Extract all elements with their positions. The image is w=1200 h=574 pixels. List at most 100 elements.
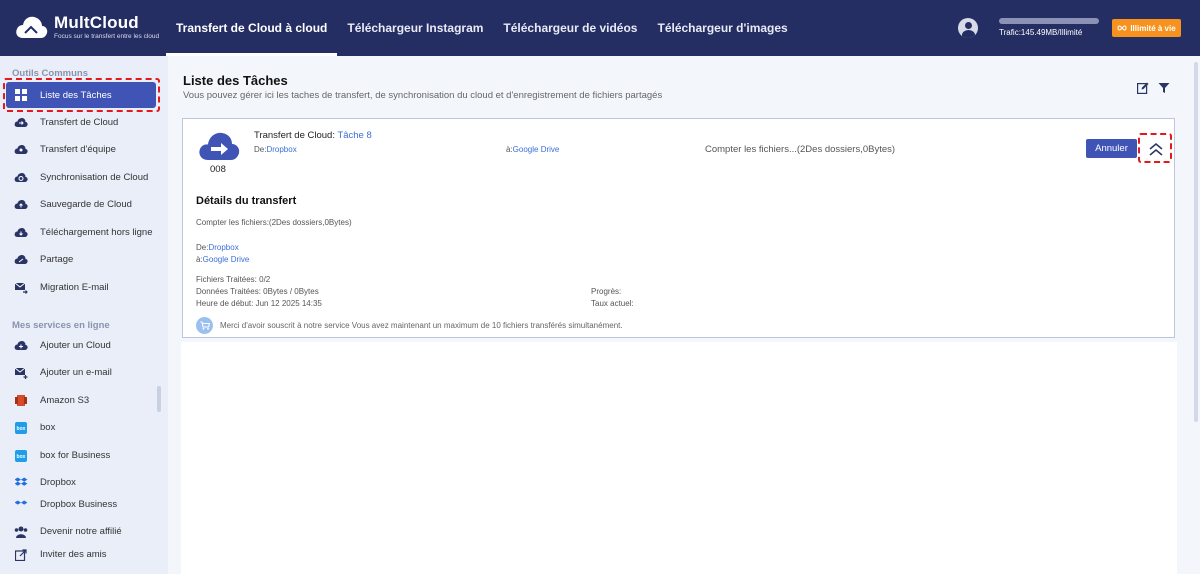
- sidebar-item-box[interactable]: box box: [0, 414, 162, 441]
- task-title: Transfert de Cloud: Tâche 8: [254, 130, 372, 141]
- infinity-icon: [1117, 25, 1127, 31]
- task-number: 008: [210, 164, 226, 175]
- affiliate-icon: [14, 525, 28, 539]
- details-progress: Progrès:: [591, 287, 622, 296]
- task-destination-prefix: à:: [506, 145, 513, 154]
- sidebar-item-box-business[interactable]: box box for Business: [0, 442, 162, 469]
- multcloud-logo-icon: [14, 14, 48, 40]
- sidebar-item-add-email[interactable]: Ajouter un e-mail: [0, 359, 162, 386]
- traffic-meter: Trafic:145.49MB/Illimité: [999, 18, 1099, 37]
- sidebar-item-offline-download[interactable]: Téléchargement hors ligne: [0, 219, 162, 246]
- sidebar-item-cloud-sync[interactable]: Synchronisation de Cloud: [0, 164, 162, 191]
- sidebar-item-label: Devenir notre affilié: [40, 526, 122, 537]
- cancel-button[interactable]: Annuler: [1086, 139, 1137, 158]
- services-title: Mes services en ligne: [12, 320, 110, 331]
- sidebar-item-amazon-s3[interactable]: Amazon S3: [0, 387, 162, 414]
- traffic-bar: [999, 18, 1099, 24]
- add-cloud-icon: [14, 339, 28, 353]
- filter-icon[interactable]: [1158, 82, 1170, 97]
- email-migration-icon: [14, 281, 28, 295]
- unlimited-button[interactable]: Illimité à vie: [1112, 19, 1181, 37]
- box-icon: box: [14, 421, 28, 435]
- task-source: De:Dropbox: [254, 145, 297, 154]
- sidebar-item-label: Synchronisation de Cloud: [40, 172, 149, 183]
- offline-download-icon: [14, 226, 28, 240]
- cloud-transfer-icon: [14, 116, 28, 130]
- details-destination-prefix: à:: [196, 255, 203, 264]
- logo[interactable]: MultCloud Focus sur le transfert entre l…: [14, 14, 159, 40]
- sidebar-item-label: Transfert de Cloud: [40, 117, 119, 128]
- unlimited-label: Illimité à vie: [1130, 23, 1176, 33]
- sidebar-item-dropbox-business[interactable]: Dropbox Business: [0, 496, 162, 516]
- task-source-link[interactable]: Dropbox: [266, 145, 296, 154]
- sidebar-item-label: Dropbox: [40, 477, 76, 488]
- box-business-icon: box: [14, 449, 28, 463]
- sidebar-item-label: Ajouter un e-mail: [40, 367, 112, 378]
- task-destination: à:Google Drive: [506, 145, 559, 154]
- task-name-link[interactable]: Tâche 8: [337, 130, 371, 141]
- traffic-text: Trafic:145.49MB/Illimité: [999, 28, 1083, 37]
- cloud-transfer-task-icon: [198, 131, 240, 164]
- sidebar-item-cloud-transfer[interactable]: Transfert de Cloud: [0, 109, 162, 136]
- edit-icon[interactable]: [1137, 82, 1149, 97]
- details-start-time: Heure de début: Jun 12 2025 14:35: [196, 299, 322, 308]
- sidebar-item-email-migration[interactable]: Migration E-mail: [0, 274, 162, 301]
- details-files-processed: Fichiers Traitées: 0/2: [196, 275, 271, 284]
- svg-text:box: box: [17, 426, 26, 432]
- cloud-sync-icon: [14, 171, 28, 185]
- details-destination-link[interactable]: Google Drive: [203, 255, 250, 264]
- sidebar-item-label: Transfert d'équipe: [40, 144, 116, 155]
- dropbox-business-icon: [14, 499, 28, 513]
- sidebar-item-label: Amazon S3: [40, 395, 90, 406]
- task-destination-link[interactable]: Google Drive: [513, 145, 560, 154]
- details-source-link[interactable]: Dropbox: [208, 243, 238, 252]
- user-icon[interactable]: [958, 18, 978, 38]
- sidebar-item-cloud-backup[interactable]: Sauvegarde de Cloud: [0, 191, 162, 218]
- task-list-empty-area: [181, 342, 1177, 574]
- brand-subtitle: Focus sur le transfert entre les cloud: [54, 33, 160, 40]
- brand-title: MultCloud: [54, 13, 139, 32]
- sidebar-item-label: Migration E-mail: [40, 282, 109, 293]
- sidebar-item-label: box: [40, 422, 56, 433]
- details-destination: à:Google Drive: [196, 255, 249, 264]
- sidebar-scrollbar[interactable]: [157, 386, 161, 412]
- details-source-prefix: De:: [196, 243, 209, 252]
- sidebar-item-label: Dropbox Business: [40, 499, 118, 510]
- page-subtitle: Vous pouvez gérer ici les taches de tran…: [183, 90, 663, 101]
- main-scrollbar-thumb[interactable]: [1194, 62, 1198, 422]
- top-bar: MultCloud Focus sur le transfert entre l…: [0, 0, 1200, 56]
- highlight-task-list: [3, 78, 160, 112]
- nav-cloud-to-cloud[interactable]: Transfert de Cloud à cloud: [166, 0, 338, 56]
- sidebar-item-invite[interactable]: Inviter des amis: [0, 541, 162, 568]
- subscription-notice: Merci d'avoir souscrit à notre service V…: [196, 317, 623, 334]
- task-card: 008 Transfert de Cloud: Tâche 8 De:Dropb…: [182, 118, 1175, 338]
- add-email-icon: [14, 366, 28, 380]
- main-scrollbar[interactable]: [1194, 62, 1198, 574]
- sidebar-item-label: box for Business: [40, 450, 111, 461]
- task-title-prefix: Transfert de Cloud:: [254, 130, 335, 141]
- nav-video-downloader[interactable]: Téléchargeur de vidéos: [493, 0, 647, 56]
- details-count: Compter les fichiers:(2Des dossiers,0Byt…: [196, 218, 352, 227]
- share-icon: [14, 253, 28, 267]
- cart-icon: [196, 317, 213, 334]
- page-title: Liste des Tâches: [183, 73, 288, 88]
- nav-instagram-downloader[interactable]: Téléchargeur Instagram: [337, 0, 493, 56]
- task-count-status: Compter les fichiers...(2Des dossiers,0B…: [705, 144, 896, 155]
- sidebar-item-share[interactable]: Partage: [0, 246, 162, 273]
- notice-text: Merci d'avoir souscrit à notre service V…: [220, 321, 623, 330]
- sidebar: Outils Communs Liste des Tâches Transfer…: [0, 56, 168, 574]
- sidebar-item-team-transfer[interactable]: Transfert d'équipe: [0, 136, 162, 163]
- sidebar-item-add-cloud[interactable]: Ajouter un Cloud: [0, 332, 162, 359]
- amazon-s3-icon: [14, 394, 28, 408]
- sidebar-item-label: Ajouter un Cloud: [40, 340, 111, 351]
- sidebar-item-dropbox[interactable]: Dropbox: [0, 469, 162, 496]
- sidebar-item-label: Sauvegarde de Cloud: [40, 199, 132, 210]
- task-source-prefix: De:: [254, 145, 267, 154]
- nav-image-downloader[interactable]: Téléchargeur d'images: [647, 0, 797, 56]
- details-data-processed: Données Traitées: 0Bytes / 0Bytes: [196, 287, 319, 296]
- details-source: De:Dropbox: [196, 243, 239, 252]
- invite-icon: [14, 548, 28, 562]
- main-nav: Transfert de Cloud à cloud Téléchargeur …: [166, 0, 798, 56]
- details-title: Détails du transfert: [196, 195, 297, 207]
- cloud-backup-icon: [14, 198, 28, 212]
